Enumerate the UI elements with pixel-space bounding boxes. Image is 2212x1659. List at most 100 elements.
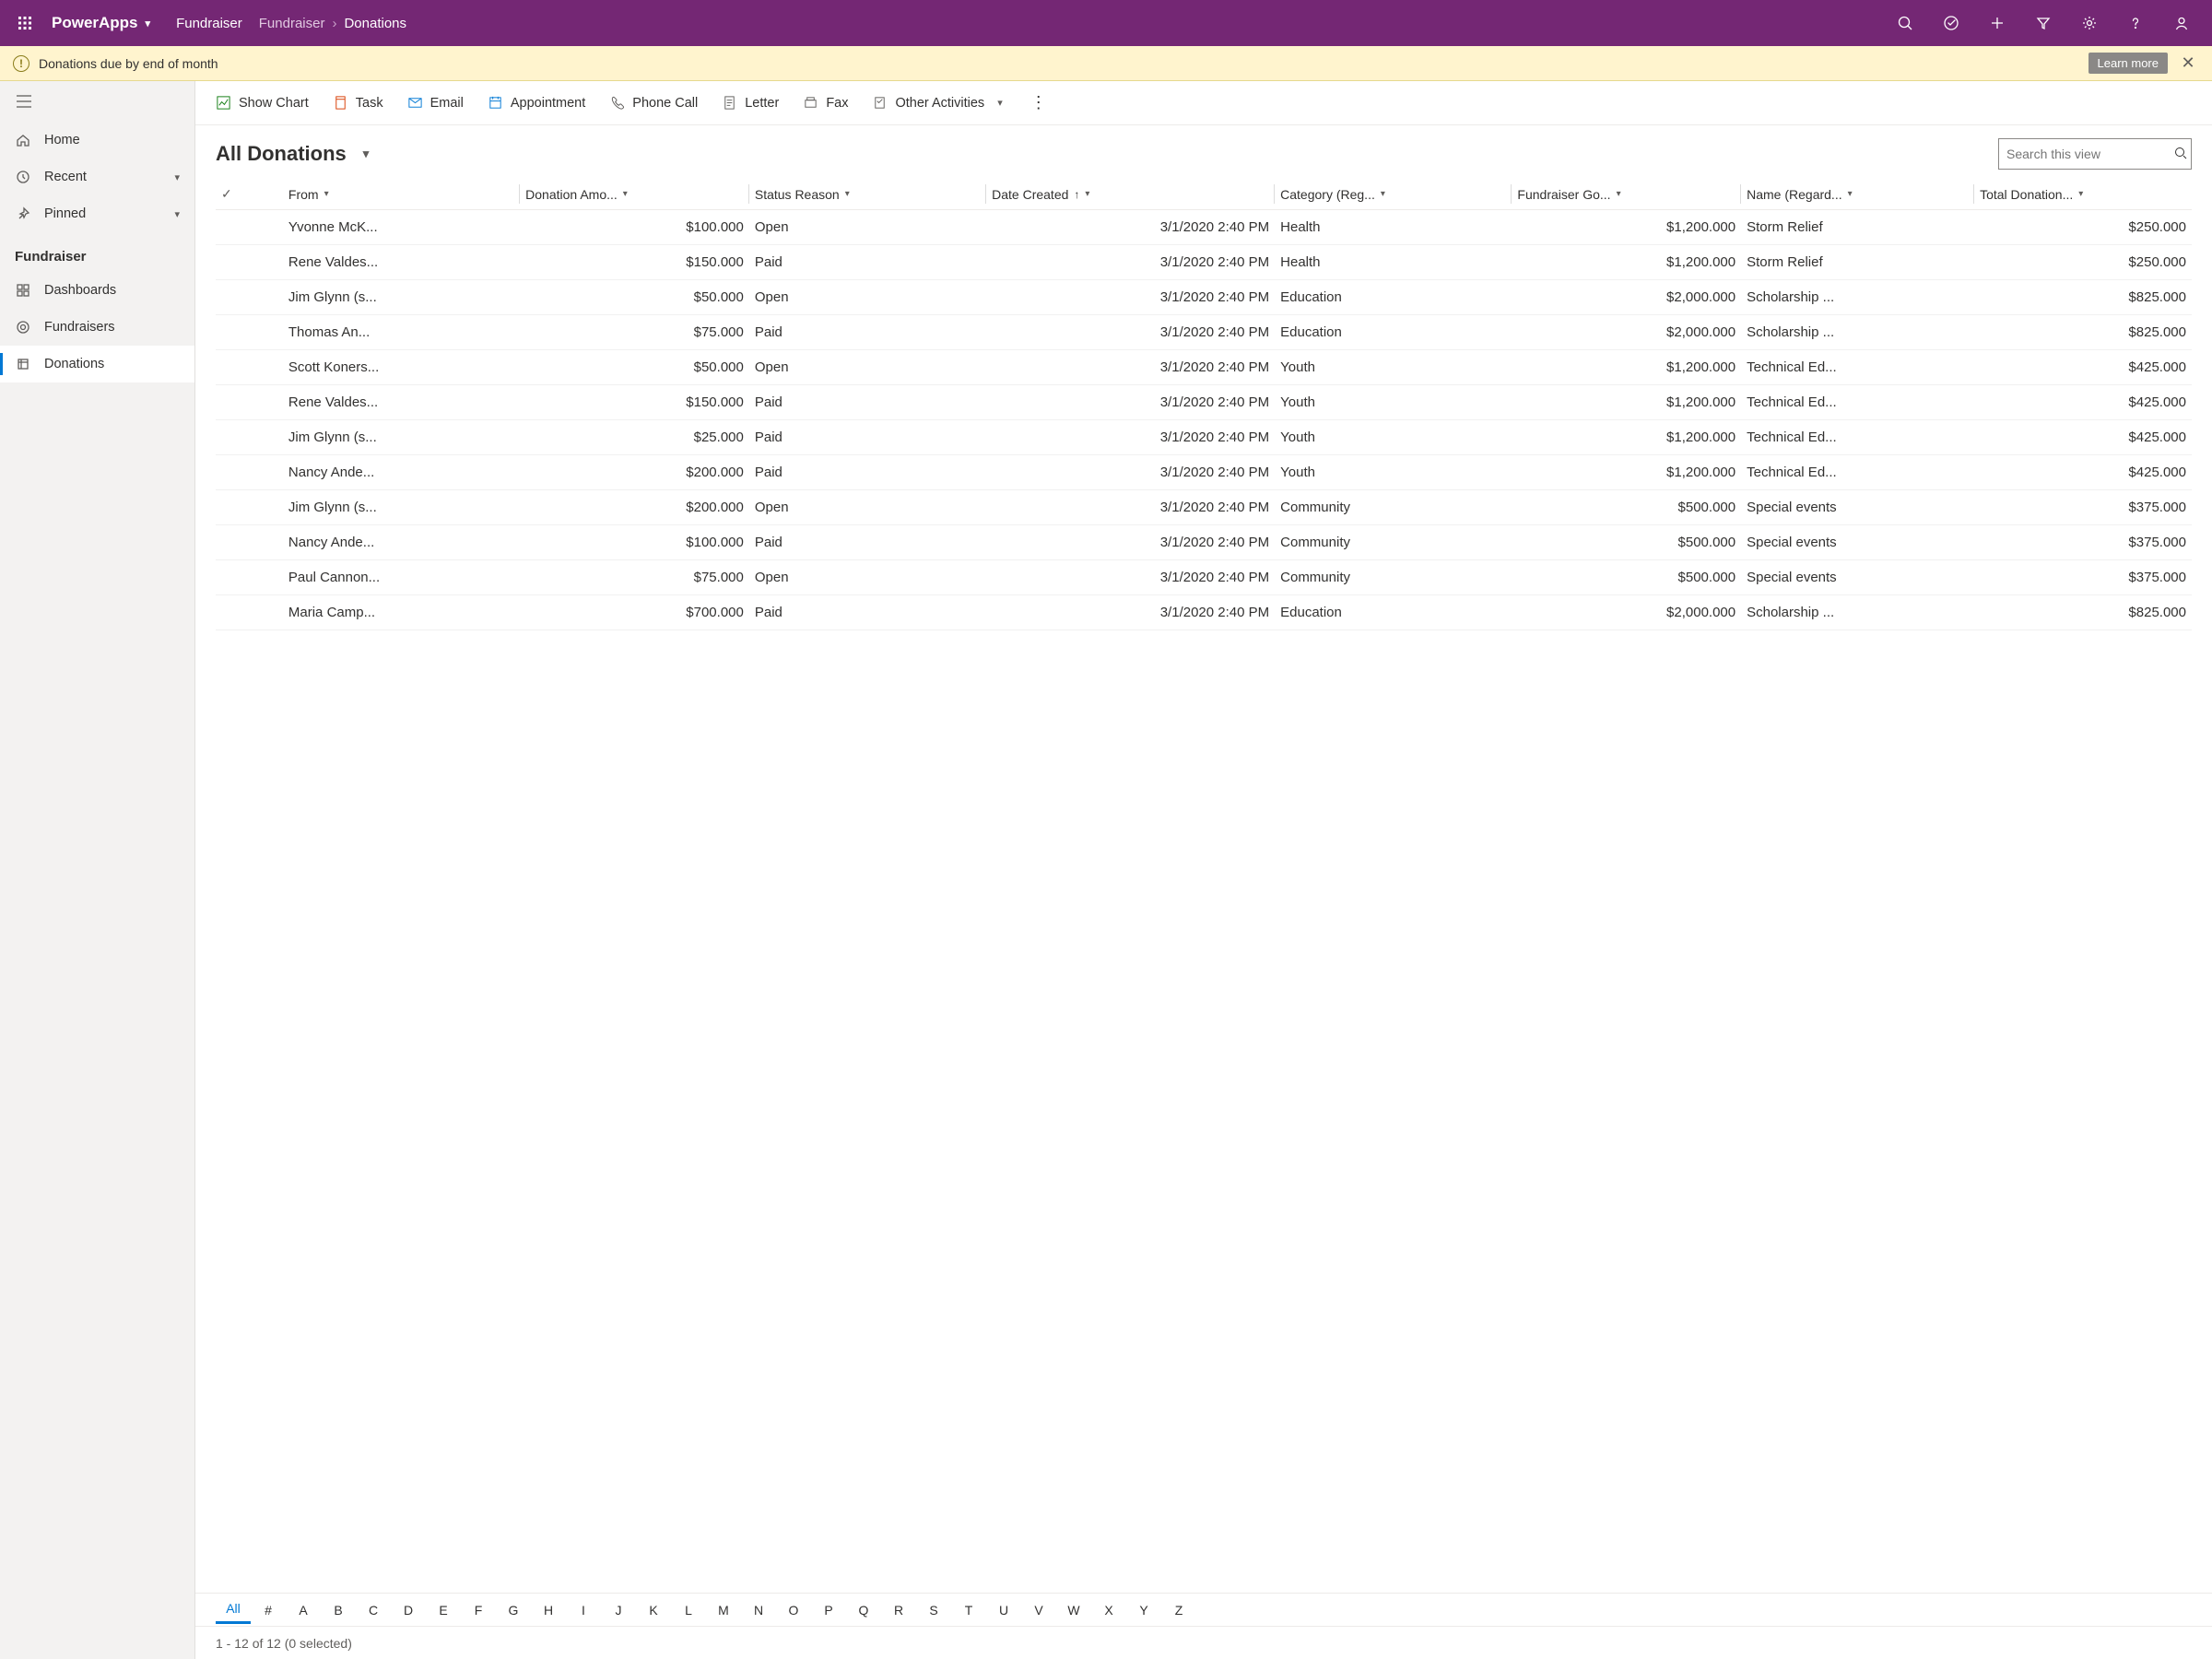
alpha-filter-u[interactable]: U (986, 1597, 1021, 1623)
row-checkbox[interactable] (216, 595, 283, 630)
phone-call-button[interactable]: Phone Call (598, 89, 709, 116)
alpha-filter-k[interactable]: K (636, 1597, 671, 1623)
alpha-filter-p[interactable]: P (811, 1597, 846, 1623)
table-row[interactable]: Rene Valdes...$150.000Paid3/1/2020 2:40 … (216, 245, 2192, 280)
table-row[interactable]: Rene Valdes...$150.000Paid3/1/2020 2:40 … (216, 385, 2192, 420)
alpha-filter-y[interactable]: Y (1126, 1597, 1161, 1623)
assistant-button[interactable] (1928, 0, 1974, 46)
alpha-filter-x[interactable]: X (1091, 1597, 1126, 1623)
alpha-filter-c[interactable]: C (356, 1597, 391, 1623)
alpha-filter-z[interactable]: Z (1161, 1597, 1196, 1623)
table-row[interactable]: Jim Glynn (s...$50.000Open3/1/2020 2:40 … (216, 280, 2192, 315)
cell-goal: $2,000.000 (1512, 315, 1741, 350)
letter-button[interactable]: Letter (711, 89, 790, 116)
search-button[interactable] (1882, 0, 1928, 46)
table-row[interactable]: Nancy Ande...$200.000Paid3/1/2020 2:40 P… (216, 455, 2192, 490)
column-header-amount[interactable]: Donation Amo...▾ (520, 179, 749, 210)
alpha-filter-all[interactable]: All (216, 1595, 251, 1624)
alpha-filter-q[interactable]: Q (846, 1597, 881, 1623)
row-checkbox[interactable] (216, 315, 283, 350)
column-header-status[interactable]: Status Reason▾ (749, 179, 986, 210)
column-header-goal[interactable]: Fundraiser Go...▾ (1512, 179, 1741, 210)
column-header-category[interactable]: Category (Reg...▾ (1275, 179, 1512, 210)
view-selector[interactable]: All Donations ▾ (216, 142, 369, 166)
sidebar-item-donations[interactable]: Donations (0, 346, 194, 382)
sidebar-item-dashboards[interactable]: Dashboards (0, 272, 194, 309)
close-notification-button[interactable]: ✕ (2177, 53, 2199, 75)
row-checkbox[interactable] (216, 490, 283, 525)
table-row[interactable]: Jim Glynn (s...$25.000Paid3/1/2020 2:40 … (216, 420, 2192, 455)
row-checkbox[interactable] (216, 420, 283, 455)
cell-goal: $1,200.000 (1512, 455, 1741, 490)
alpha-filter-f[interactable]: F (461, 1597, 496, 1623)
row-checkbox[interactable] (216, 385, 283, 420)
cell-amount: $100.000 (520, 210, 749, 245)
alpha-filter-w[interactable]: W (1056, 1597, 1091, 1623)
email-button[interactable]: Email (396, 89, 475, 116)
app-name-dropdown[interactable]: PowerApps ▾ (42, 14, 159, 32)
alpha-filter-r[interactable]: R (881, 1597, 916, 1623)
alpha-filter-n[interactable]: N (741, 1597, 776, 1623)
filter-button[interactable] (2020, 0, 2066, 46)
row-checkbox[interactable] (216, 210, 283, 245)
select-all-checkbox[interactable]: ✓ (216, 179, 283, 210)
alpha-filter-#[interactable]: # (251, 1597, 286, 1623)
table-row[interactable]: Yvonne McK...$100.000Open3/1/2020 2:40 P… (216, 210, 2192, 245)
view-search-box[interactable] (1998, 138, 2192, 170)
column-header-from[interactable]: From▾ (283, 179, 520, 210)
help-button[interactable] (2112, 0, 2159, 46)
alpha-filter-h[interactable]: H (531, 1597, 566, 1623)
column-label: From (288, 187, 319, 202)
sidebar-item-home[interactable]: Home (0, 122, 194, 159)
learn-more-button[interactable]: Learn more (2088, 53, 2168, 74)
column-header-name[interactable]: Name (Regard...▾ (1741, 179, 1974, 210)
alpha-filter-v[interactable]: V (1021, 1597, 1056, 1623)
row-checkbox[interactable] (216, 455, 283, 490)
alpha-filter-g[interactable]: G (496, 1597, 531, 1623)
app-launcher-button[interactable] (7, 0, 42, 46)
alpha-filter-j[interactable]: J (601, 1597, 636, 1623)
sidebar-toggle-button[interactable] (0, 81, 194, 122)
alpha-filter-t[interactable]: T (951, 1597, 986, 1623)
sidebar-item-fundraisers[interactable]: Fundraisers (0, 309, 194, 346)
alpha-filter-b[interactable]: B (321, 1597, 356, 1623)
breadcrumb-parent[interactable]: Fundraiser (259, 16, 325, 31)
chevron-down-icon: ▾ (1848, 189, 1853, 199)
alpha-filter-i[interactable]: I (566, 1597, 601, 1623)
alpha-filter-l[interactable]: L (671, 1597, 706, 1623)
table-row[interactable]: Nancy Ande...$100.000Paid3/1/2020 2:40 P… (216, 525, 2192, 560)
cell-name: Technical Ed... (1741, 385, 1974, 420)
profile-button[interactable] (2159, 0, 2205, 46)
search-input[interactable] (2006, 147, 2173, 161)
table-row[interactable]: Paul Cannon...$75.000Open3/1/2020 2:40 P… (216, 560, 2192, 595)
cell-total: $825.000 (1974, 315, 2192, 350)
table-row[interactable]: Thomas An...$75.000Paid3/1/2020 2:40 PME… (216, 315, 2192, 350)
column-header-date[interactable]: Date Created↑▾ (986, 179, 1275, 210)
sidebar-item-pinned[interactable]: Pinned ▾ (0, 195, 194, 232)
alpha-filter-e[interactable]: E (426, 1597, 461, 1623)
row-checkbox[interactable] (216, 280, 283, 315)
fax-button[interactable]: Fax (792, 89, 859, 116)
appointment-button[interactable]: Appointment (477, 89, 596, 116)
more-commands-button[interactable]: ⋮ (1019, 88, 1059, 118)
row-checkbox[interactable] (216, 525, 283, 560)
row-checkbox[interactable] (216, 560, 283, 595)
column-header-total[interactable]: Total Donation...▾ (1974, 179, 2192, 210)
task-button[interactable]: Task (322, 89, 394, 116)
alpha-filter-s[interactable]: S (916, 1597, 951, 1623)
row-checkbox[interactable] (216, 350, 283, 385)
table-row[interactable]: Scott Koners...$50.000Open3/1/2020 2:40 … (216, 350, 2192, 385)
alpha-filter-o[interactable]: O (776, 1597, 811, 1623)
other-activities-button[interactable]: Other Activities▾ (861, 89, 1013, 116)
table-row[interactable]: Maria Camp...$700.000Paid3/1/2020 2:40 P… (216, 595, 2192, 630)
cell-category: Health (1275, 245, 1512, 280)
alpha-filter-m[interactable]: M (706, 1597, 741, 1623)
table-row[interactable]: Jim Glynn (s...$200.000Open3/1/2020 2:40… (216, 490, 2192, 525)
alpha-filter-a[interactable]: A (286, 1597, 321, 1623)
sidebar-item-recent[interactable]: Recent ▾ (0, 159, 194, 195)
show-chart-button[interactable]: Show Chart (205, 89, 320, 116)
alpha-filter-d[interactable]: D (391, 1597, 426, 1623)
add-button[interactable] (1974, 0, 2020, 46)
row-checkbox[interactable] (216, 245, 283, 280)
settings-button[interactable] (2066, 0, 2112, 46)
